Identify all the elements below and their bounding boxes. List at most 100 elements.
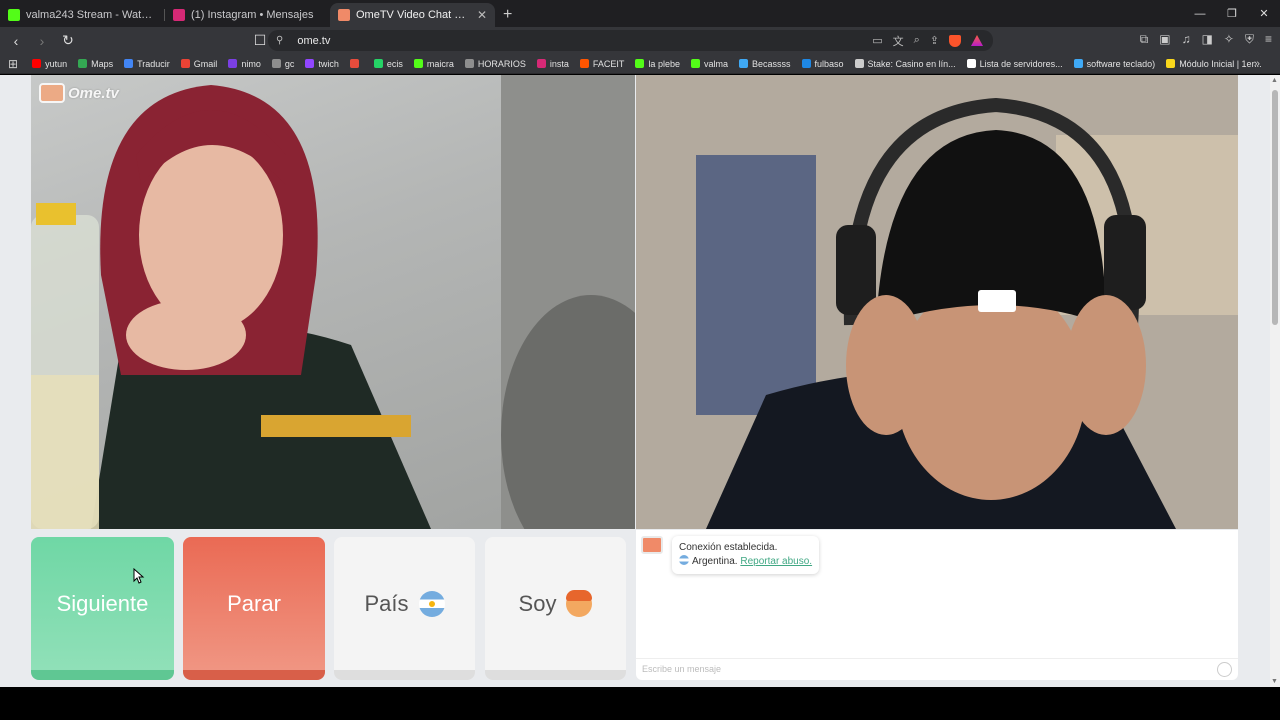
bookmark-item[interactable]: yutun: [32, 59, 67, 69]
zoom-icon[interactable]: ⌕: [914, 34, 920, 47]
bookmark-item[interactable]: la plebe: [635, 59, 680, 69]
mouse-cursor-icon: [133, 568, 145, 584]
bookmark-item[interactable]: Gmail: [180, 59, 217, 69]
bookmark-item[interactable]: valma: [690, 59, 728, 69]
apps-grid-icon[interactable]: ⊞: [8, 57, 18, 71]
country-name: Argentina.: [692, 556, 738, 567]
bookmark-label: HORARIOS: [477, 58, 526, 69]
tv-logo-icon: [39, 83, 65, 103]
toolbar-right: ⧉ ▣ ♫ ◨ ✧ ⛨ ≡: [1140, 32, 1272, 47]
leo-icon[interactable]: ✧: [1224, 32, 1234, 47]
new-tab-button[interactable]: +: [503, 3, 512, 27]
bookmarks-bar: ⊞ yutun Maps Traducir Gmail nimo gc twich ecis m…: [0, 54, 1280, 74]
chat-input-row: [636, 658, 1238, 680]
reload-icon[interactable]: ↻: [58, 32, 78, 49]
window-controls: — ❐ ✕: [1184, 0, 1280, 27]
brave-rewards-icon[interactable]: [971, 35, 983, 46]
country-button[interactable]: País: [334, 537, 475, 680]
close-tab-icon[interactable]: ✕: [477, 8, 487, 22]
next-button[interactable]: Siguiente: [31, 537, 174, 680]
bookmark-favicon-icon: [579, 59, 589, 68]
cast-icon[interactable]: ▭: [872, 34, 882, 47]
report-abuse-link[interactable]: Reportar abuso.: [740, 556, 812, 567]
bookmark-item[interactable]: ecis: [373, 58, 403, 69]
forward-icon[interactable]: ›: [32, 33, 52, 49]
bookmark-favicon-icon: [413, 59, 423, 68]
bookmark-favicon-icon: [966, 59, 976, 68]
argentina-flag-icon: [679, 555, 689, 565]
emoji-icon[interactable]: [1217, 662, 1232, 677]
minimize-icon[interactable]: —: [1184, 0, 1216, 27]
stranger-video-frame: [31, 75, 635, 529]
bookmark-item[interactable]: Traducir: [124, 59, 170, 69]
bookmark-item[interactable]: Módulo Inicial | 1er...: [1166, 59, 1262, 69]
self-video: [636, 75, 1238, 529]
close-window-icon[interactable]: ✕: [1248, 0, 1280, 27]
bookmark-item[interactable]: Lista de servidores...: [966, 59, 1063, 69]
bookmark-favicon-icon: [180, 59, 190, 68]
tab-title: OmeTV Video Chat — Omeg: [356, 9, 471, 21]
bookmark-label: Becassss: [751, 58, 791, 69]
bookmark-label: ecis: [386, 58, 403, 69]
bookmark-item[interactable]: [349, 59, 363, 68]
navigation-bar: ‹ › ↻ ☐ ⚲ ome.tv ▭ 文 ⌕ ⇪ ⧉ ▣ ♫ ◨ ✧ ⛨ ≡: [0, 27, 1280, 54]
menu-icon[interactable]: ≡: [1265, 32, 1272, 47]
bookmark-favicon-icon: [854, 59, 864, 68]
more-bookmarks-icon[interactable]: »: [1254, 58, 1260, 70]
tab-strip: valma243 Stream - Watch Live on Kic (1) …: [0, 0, 1280, 27]
sidebar-icon[interactable]: ◨: [1202, 32, 1213, 47]
bookmark-item[interactable]: HORARIOS: [464, 58, 526, 69]
bookmark-item[interactable]: FACEIT: [579, 59, 624, 69]
bookmark-item[interactable]: gc: [271, 59, 294, 69]
bookmark-favicon-icon: [690, 59, 700, 68]
brave-shield-icon[interactable]: [949, 34, 961, 47]
extensions-icon[interactable]: ⧉: [1140, 32, 1149, 47]
bookmark-label: maicra: [426, 58, 454, 69]
back-icon[interactable]: ‹: [6, 33, 26, 49]
bookmark-favicon-icon: [536, 59, 546, 68]
bookmark-item[interactable]: fulbaso: [801, 59, 844, 69]
bookmark-item[interactable]: nimo: [228, 59, 261, 69]
bookmark-icon[interactable]: ☐: [250, 32, 270, 49]
share-icon[interactable]: ⇪: [930, 34, 939, 47]
bookmark-favicon-icon: [373, 59, 383, 68]
bookmark-item[interactable]: Stake: Casino en lín...: [854, 59, 956, 69]
bookmark-item[interactable]: Maps: [78, 59, 113, 69]
bookmark-item[interactable]: Becassss: [738, 58, 791, 69]
tab-instagram[interactable]: (1) Instagram • Mensajes: [165, 3, 330, 27]
bookmark-item[interactable]: insta: [536, 58, 569, 69]
scrollbar-thumb[interactable]: [1272, 90, 1278, 325]
wallet-icon[interactable]: ▣: [1159, 32, 1170, 47]
bookmark-item[interactable]: software teclado): [1073, 58, 1156, 69]
address-bar[interactable]: ⚲ ome.tv ▭ 文 ⌕ ⇪: [268, 30, 993, 51]
tab-ometv[interactable]: OmeTV Video Chat — Omeg ✕: [330, 3, 495, 27]
translate-icon[interactable]: 文: [893, 33, 904, 49]
bookmark-favicon-icon: [305, 59, 315, 68]
bookmark-favicon-icon: [635, 59, 645, 68]
bookmark-label: nimo: [241, 58, 261, 69]
stop-button[interactable]: Parar: [183, 537, 325, 680]
scrollbar[interactable]: ▲ ▼: [1270, 75, 1280, 687]
bookmark-label: insta: [549, 58, 569, 69]
bookmark-item[interactable]: twich: [305, 59, 339, 69]
tab-kick-stream[interactable]: valma243 Stream - Watch Live on Kic: [0, 3, 165, 27]
bookmark-label: yutun: [45, 58, 68, 69]
site-info-icon[interactable]: ⚲: [276, 35, 283, 46]
bookmark-label: la plebe: [648, 58, 680, 69]
bookmark-favicon-icon: [1073, 59, 1083, 68]
gender-button[interactable]: Soy: [485, 537, 626, 680]
omnibox-tools: ▭ 文 ⌕ ⇪: [872, 33, 983, 49]
logo-text: Ome.tv: [68, 84, 119, 102]
media-icon[interactable]: ♫: [1182, 32, 1191, 47]
bookmark-favicon-icon: [801, 59, 811, 68]
bookmark-label: software teclado): [1086, 58, 1156, 69]
bookmark-favicon-icon: [78, 59, 88, 68]
vpn-icon[interactable]: ⛨: [1245, 32, 1254, 47]
bookmark-favicon-icon: [349, 59, 359, 68]
restore-icon[interactable]: ❐: [1216, 0, 1248, 27]
scroll-up-icon[interactable]: ▲: [1271, 77, 1278, 84]
message-input[interactable]: [636, 659, 1196, 679]
scroll-down-icon[interactable]: ▼: [1271, 678, 1278, 685]
bookmark-item[interactable]: maicra: [413, 58, 454, 69]
tab-title: valma243 Stream - Watch Live on Kic: [26, 9, 157, 21]
